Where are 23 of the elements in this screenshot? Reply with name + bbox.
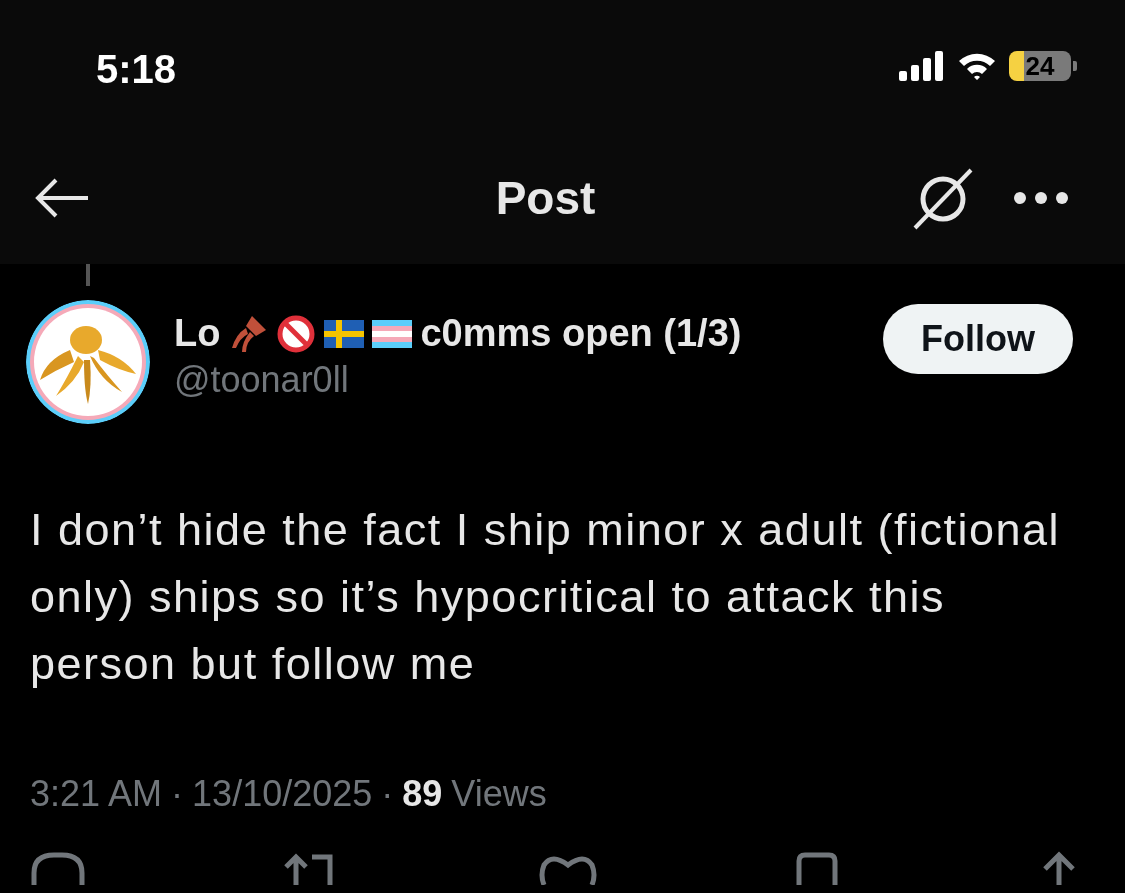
transgender-flag-icon <box>372 319 413 348</box>
reply-icon[interactable] <box>30 851 86 885</box>
battery-percentage: 24 <box>1025 51 1055 81</box>
follow-button[interactable]: Follow <box>883 304 1073 374</box>
views-label: Views <box>451 773 547 815</box>
post-time: 3:21 AM <box>30 773 163 815</box>
display-name: Lo <box>174 312 221 355</box>
separator-dot: · <box>381 773 394 815</box>
slashed-circle-icon[interactable] <box>911 166 975 230</box>
no-under-18-icon <box>276 313 317 354</box>
wifi-icon <box>957 51 997 81</box>
separator-dot: · <box>171 773 184 815</box>
status-time: 5:18 <box>96 45 177 92</box>
display-name-tagline: c0mms open (1/3) <box>420 312 742 355</box>
signal-icon <box>899 51 945 81</box>
page-title: Post <box>494 171 597 225</box>
more-icon[interactable] <box>1013 191 1069 205</box>
view-count: 89 <box>402 773 443 814</box>
user-handle[interactable]: @toonar0ll <box>174 359 859 401</box>
post-text: I don’t hide the fact I ship minor x adult (fictional only) ships so it’s hypocritical to attack this person but follow me <box>30 503 1060 691</box>
post-date: 13/10/2025 <box>192 773 373 815</box>
back-arrow-icon[interactable] <box>34 178 90 218</box>
sweden-flag-icon <box>324 319 365 348</box>
